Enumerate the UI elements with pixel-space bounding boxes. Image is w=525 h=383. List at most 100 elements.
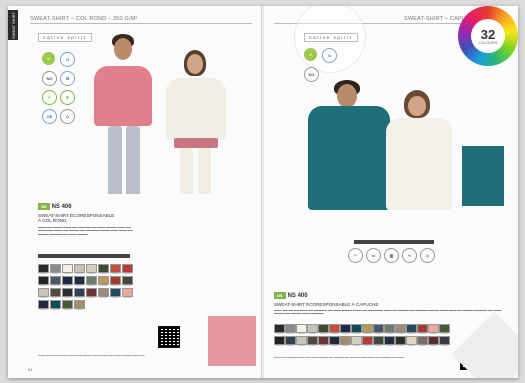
color-swatch [318, 336, 329, 346]
fairwear-icon: F [42, 90, 57, 105]
color-swatch [296, 336, 307, 346]
ref-tag: NS [274, 292, 286, 299]
color-swatch [122, 276, 133, 286]
color-band [38, 254, 130, 258]
color-swatch [428, 336, 439, 346]
organic-icon: O [60, 52, 75, 67]
color-swatch [110, 276, 121, 286]
color-swatches [274, 324, 450, 346]
certification-icons: V O NO ♻ F ❦ OE ◇ [42, 52, 75, 124]
product-description: ▬▬▬ ▬▬ ▬▬▬▬ ▬▬▬ ▬▬ ▬▬▬▬▬ ▬▬ ▬▬▬ ▬▬▬▬ ▬▬▬… [274, 309, 502, 316]
color-swatch [439, 324, 450, 334]
left-page: SWEAT SHIRT SWEAT-SHIRT – COL ROND – 350… [8, 6, 262, 378]
color-swatch [274, 336, 285, 346]
color-swatch [50, 300, 61, 310]
section-tab: SWEAT SHIRT [8, 10, 18, 40]
color-swatch [285, 336, 296, 346]
reference-badge: NS NS 406 [38, 203, 72, 210]
right-page: SWEAT-SHIRT – CAPUCHE native spirit V O … [264, 6, 518, 378]
color-swatch [98, 264, 109, 274]
color-swatch [74, 288, 85, 298]
color-swatch [362, 324, 373, 334]
detail-photo [208, 316, 256, 366]
color-swatch [395, 336, 406, 346]
color-swatch [62, 264, 73, 274]
color-swatch [428, 324, 439, 334]
color-swatches [38, 264, 133, 310]
color-swatch [340, 324, 351, 334]
color-swatch [110, 288, 121, 298]
color-swatch [62, 300, 73, 310]
colours-count: 32 [480, 26, 496, 42]
color-swatch [50, 264, 61, 274]
color-swatch [373, 324, 384, 334]
color-swatch [406, 324, 417, 334]
color-swatch [86, 288, 97, 298]
footnote: ▬▬▬ ▬▬ ▬▬▬▬ ▬▬▬ ▬▬ ▬▬▬ ▬▬▬▬ ▬▬ ▬▬▬▬ ▬▬ ▬… [38, 354, 145, 357]
vegan-icon: V [304, 48, 317, 61]
color-swatch [384, 324, 395, 334]
pocket-icon: ▭ [366, 248, 381, 263]
oeko-icon: OE [42, 109, 57, 124]
color-swatch [110, 264, 121, 274]
cuff-icon: ▥ [384, 248, 399, 263]
color-swatch [86, 264, 97, 274]
feature-icons: ◠ ▭ ▥ ∿ ◇ [348, 248, 435, 263]
reference-badge: NS NS 400 [274, 292, 308, 299]
color-swatch [307, 324, 318, 334]
ref-code: NS 406 [51, 203, 72, 210]
color-swatch [285, 324, 296, 334]
no-label-icon: NO [42, 71, 57, 86]
color-swatch [307, 336, 318, 346]
catalog-spread: SWEAT SHIRT SWEAT-SHIRT – COL ROND – 350… [8, 6, 518, 378]
color-swatch [50, 288, 61, 298]
wash-icon: ◇ [420, 248, 435, 263]
color-swatch [351, 324, 362, 334]
recycled-icon: ♻ [60, 71, 75, 86]
color-swatch [329, 324, 340, 334]
color-swatch [395, 324, 406, 334]
product-description: ▬▬▬ ▬▬ ▬▬▬▬ ▬▬▬ ▬▬ ▬▬▬▬▬ ▬▬ ▬▬▬ ▬▬▬▬ ▬▬▬… [38, 226, 133, 236]
color-swatch [62, 276, 73, 286]
color-swatch [417, 324, 428, 334]
product-photo [78, 24, 258, 194]
wash-icon: ◇ [60, 109, 75, 124]
color-swatch [122, 264, 133, 274]
color-swatch [329, 336, 340, 346]
color-swatch [406, 336, 417, 346]
color-swatch [351, 336, 362, 346]
color-swatch [86, 276, 97, 286]
color-band [354, 240, 434, 244]
vegan-icon: V [42, 52, 55, 65]
color-swatch [38, 288, 49, 298]
color-swatch [318, 324, 329, 334]
color-swatch [439, 336, 450, 346]
color-swatch [62, 288, 73, 298]
color-swatch [274, 324, 285, 334]
ref-tag: NS [38, 203, 50, 210]
product-title: SWEAT-SHIRT ÉCORESPONSABLE À CAPUCHE [274, 302, 379, 307]
color-swatch [38, 276, 49, 286]
color-swatch [122, 288, 133, 298]
color-swatch [74, 300, 85, 310]
color-swatch [74, 276, 85, 286]
colours-badge: 32 COLOURS [458, 6, 518, 66]
color-swatch [417, 336, 428, 346]
color-swatch [38, 264, 49, 274]
color-swatch [384, 336, 395, 346]
cord-icon: ∿ [402, 248, 417, 263]
footnote: ▬▬▬ ▬▬ ▬▬▬▬ ▬▬▬ ▬▬ ▬▬▬ ▬▬▬▬ ▬▬ ▬▬▬▬ ▬▬ ▬… [274, 356, 405, 359]
organic-icon: O [322, 48, 337, 63]
color-swatch [98, 276, 109, 286]
ref-code: NS 400 [287, 292, 308, 299]
color-swatch [373, 336, 384, 346]
detail-photo [462, 146, 504, 206]
colours-label: COLOURS [478, 40, 498, 45]
hood-icon: ◠ [348, 248, 363, 263]
qr-code [158, 326, 180, 348]
page-number: 64 [28, 367, 33, 372]
color-swatch [50, 276, 61, 286]
brand-label: native spirit [304, 33, 358, 42]
leaf-icon: ❦ [60, 90, 75, 105]
color-swatch [340, 336, 351, 346]
